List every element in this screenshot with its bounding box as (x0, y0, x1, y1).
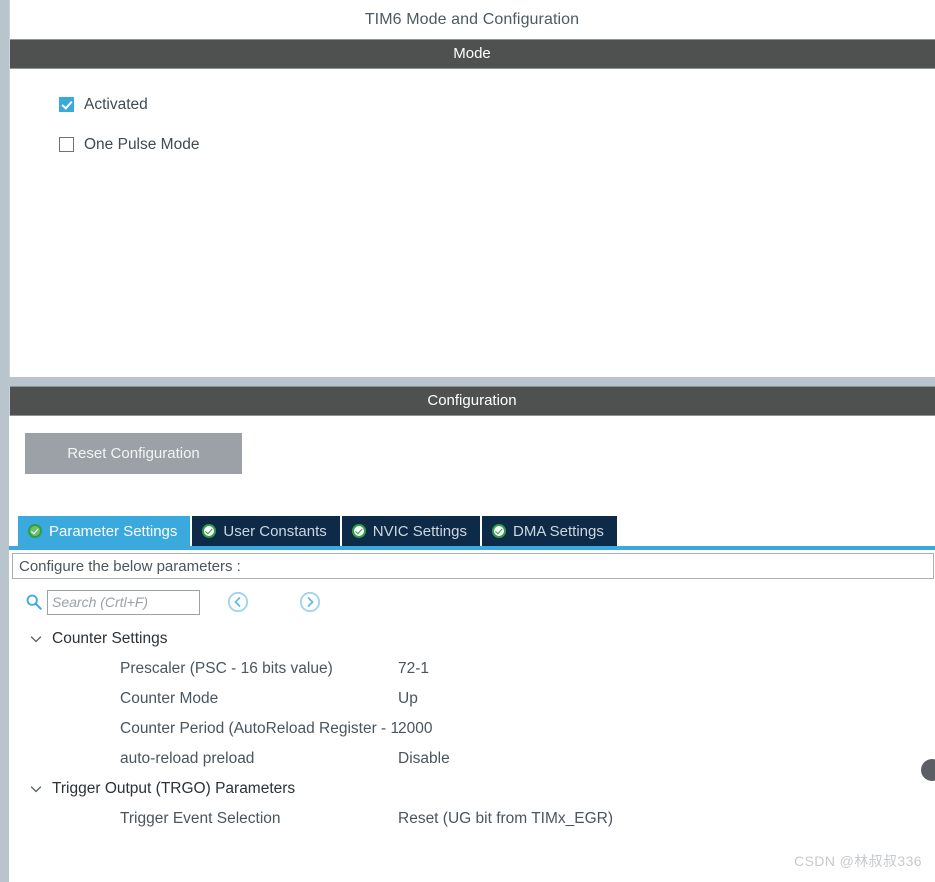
parameter-tree: Counter Settings Prescaler (PSC - 16 bit… (9, 624, 935, 834)
configure-parameters-label: Configure the below parameters : (12, 553, 934, 579)
configuration-tabs: Parameter Settings User Constants NVIC S… (18, 516, 619, 546)
cubemx-peripheral-config-view: TIM6 Mode and Configuration Mode Activat… (0, 0, 935, 882)
table-row[interactable]: Trigger Event Selection Reset (UG bit fr… (9, 804, 935, 834)
table-row[interactable]: Counter Mode Up (9, 684, 935, 714)
param-group-counter-settings[interactable]: Counter Settings (9, 624, 935, 654)
mode-option-activated[interactable]: Activated (59, 91, 935, 118)
tab-user-constants[interactable]: User Constants (192, 516, 340, 546)
chevron-down-icon[interactable] (29, 782, 43, 796)
search-icon[interactable] (25, 593, 43, 611)
parameter-search-toolbar (9, 584, 935, 781)
configuration-panel: Configuration Reset Configuration Parame… (9, 386, 935, 882)
checkbox-checked-icon[interactable] (59, 97, 74, 112)
configuration-body: Reset Configuration Parameter Settings U… (9, 416, 935, 882)
table-row[interactable]: Prescaler (PSC - 16 bits value) 72-1 (9, 654, 935, 684)
mode-option-label: One Pulse Mode (84, 135, 200, 153)
table-row[interactable]: auto-reload preload Disable (9, 744, 935, 774)
mode-options-list: Activated One Pulse Mode (9, 69, 935, 158)
param-label: auto-reload preload (120, 750, 255, 767)
param-value[interactable]: Disable (398, 750, 450, 768)
tab-label: DMA Settings (513, 522, 604, 540)
green-check-circle-icon (28, 524, 42, 538)
green-check-circle-icon (492, 524, 506, 538)
param-value[interactable]: Up (398, 690, 418, 708)
green-check-circle-icon (202, 524, 217, 538)
param-value[interactable]: 72-1 (398, 660, 429, 678)
circle-chevron-left-icon[interactable] (227, 591, 249, 613)
mode-option-one-pulse-mode[interactable]: One Pulse Mode (59, 131, 935, 158)
param-label: Counter Period (AutoReload Register - 16… (120, 720, 398, 737)
tab-label: User Constants (223, 522, 327, 540)
green-check-circle-icon (351, 524, 366, 538)
search-input[interactable] (47, 589, 200, 615)
reset-configuration-button[interactable]: Reset Configuration (25, 433, 242, 474)
checkbox-unchecked-icon[interactable] (59, 137, 74, 152)
panel-left-edge (9, 0, 10, 377)
tab-label: Parameter Settings (49, 522, 178, 540)
param-label: Counter Mode (120, 690, 219, 707)
mode-option-label: Activated (84, 95, 148, 113)
param-group-label: Counter Settings (52, 630, 168, 647)
tab-parameter-settings[interactable]: Parameter Settings (18, 516, 191, 546)
param-label: Prescaler (PSC - 16 bits value) (120, 660, 333, 677)
param-label: Trigger Event Selection (120, 810, 281, 827)
page-title: TIM6 Mode and Configuration (9, 0, 935, 39)
table-row[interactable]: Counter Period (AutoReload Register - 16… (9, 714, 935, 744)
tab-label: NVIC Settings (372, 522, 467, 540)
param-value[interactable]: Reset (UG bit from TIMx_EGR) (398, 810, 613, 828)
configuration-section-header: Configuration (9, 386, 935, 416)
param-group-label: Trigger Output (TRGO) Parameters (52, 780, 296, 797)
watermark: CSDN @林叔叔336 (794, 853, 922, 869)
reset-button-wrapper: Reset Configuration (9, 416, 935, 474)
mode-panel: TIM6 Mode and Configuration Mode Activat… (9, 0, 935, 377)
tab-dma-settings[interactable]: DMA Settings (482, 516, 617, 546)
circle-chevron-right-icon[interactable] (299, 591, 321, 613)
param-group-trigger-output[interactable]: Trigger Output (TRGO) Parameters (9, 774, 935, 804)
mode-section-header: Mode (9, 39, 935, 69)
active-tab-underline (9, 546, 935, 550)
param-value[interactable]: 2000 (398, 720, 432, 738)
tab-nvic-settings[interactable]: NVIC Settings (341, 516, 480, 546)
chevron-down-icon[interactable] (29, 632, 43, 646)
